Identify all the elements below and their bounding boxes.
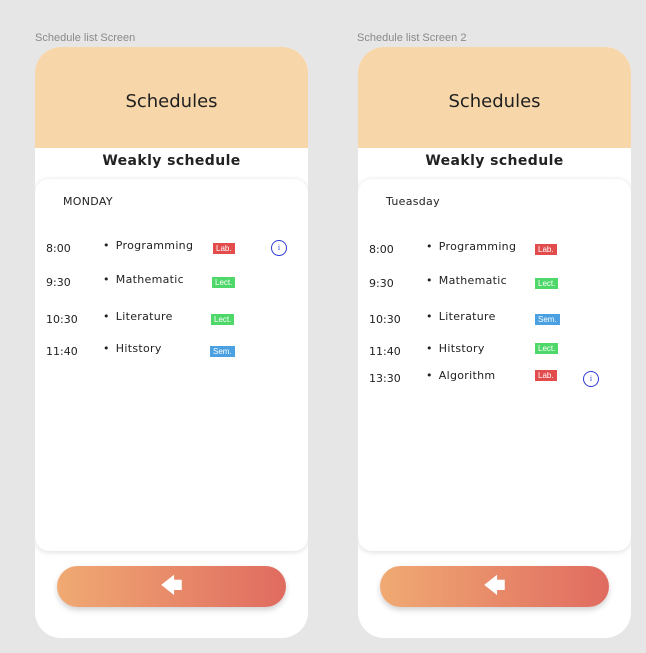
page-subtitle: Weakly schedule bbox=[425, 153, 564, 169]
type-badge: Lect. bbox=[535, 343, 559, 354]
subject-label: • Programming bbox=[426, 240, 517, 253]
type-badge: Sem. bbox=[535, 314, 560, 325]
day-label: Tueasday bbox=[386, 195, 440, 208]
type-badge: Sem. bbox=[210, 346, 235, 357]
back-button[interactable]: 🡄 bbox=[57, 566, 286, 607]
time-label: 11:40 bbox=[46, 345, 78, 358]
back-button[interactable]: 🡄 bbox=[380, 566, 609, 607]
arrow-left-icon: 🡄 bbox=[160, 573, 183, 599]
app-header: Schedules bbox=[35, 47, 308, 148]
time-label: 10:30 bbox=[369, 313, 401, 326]
time-label: 13:30 bbox=[369, 372, 401, 385]
schedule-row[interactable]: 13:30 • Algorithm Lab. i bbox=[358, 369, 631, 389]
schedule-card: MONDAY 8:00 • Programming Lab. i 9:30 • Ma… bbox=[35, 179, 308, 551]
header-title: Schedules bbox=[125, 91, 218, 112]
schedule-row[interactable]: 11:40 • Hitstory Sem. bbox=[35, 342, 308, 362]
schedule-row[interactable]: 10:30 • Literature Lect. bbox=[35, 310, 308, 330]
schedule-row[interactable]: 8:00 • Programming Lab. i bbox=[35, 239, 308, 259]
type-badge: Lab. bbox=[535, 370, 557, 381]
page-subtitle: Weakly schedule bbox=[102, 153, 241, 169]
schedule-row[interactable]: 9:30 • Mathematic Lect. bbox=[35, 273, 308, 293]
schedule-card: Tueasday 8:00 • Programming Lab. 9:30 • Ma… bbox=[358, 179, 631, 551]
subject-label: • Mathematic bbox=[426, 274, 507, 287]
type-badge: Lab. bbox=[535, 244, 557, 255]
screen-label: Schedule list Screen bbox=[35, 32, 136, 44]
app-header: Schedules bbox=[358, 47, 631, 148]
time-label: 9:30 bbox=[46, 276, 71, 289]
info-icon[interactable]: i bbox=[271, 240, 287, 256]
day-label: MONDAY bbox=[63, 195, 113, 208]
time-label: 9:30 bbox=[369, 277, 394, 290]
arrow-left-icon: 🡄 bbox=[483, 573, 506, 599]
schedule-row[interactable]: 10:30 • Literature Sem. bbox=[358, 310, 631, 330]
phone-screen-2: Schedules Weakly schedule Tueasday 8:00 … bbox=[358, 47, 631, 638]
subject-label: • Mathematic bbox=[103, 273, 184, 286]
type-badge: Lab. bbox=[213, 243, 235, 254]
subject-label: • Literature bbox=[426, 310, 496, 323]
header-title: Schedules bbox=[448, 91, 541, 112]
subject-label: • Hitstory bbox=[103, 342, 162, 355]
type-badge: Lect. bbox=[211, 314, 235, 325]
info-icon[interactable]: i bbox=[583, 371, 599, 387]
schedule-row[interactable]: 8:00 • Programming Lab. bbox=[358, 240, 631, 260]
schedule-row[interactable]: 9:30 • Mathematic Lect. bbox=[358, 274, 631, 294]
schedule-row[interactable]: 11:40 • Hitstory Lect. bbox=[358, 342, 631, 362]
time-label: 10:30 bbox=[46, 313, 78, 326]
screen-label: Schedule list Screen 2 bbox=[357, 32, 467, 44]
subject-label: • Programming bbox=[103, 239, 194, 252]
time-label: 8:00 bbox=[369, 243, 394, 256]
phone-screen-1: Schedules Weakly schedule MONDAY 8:00 • P… bbox=[35, 47, 308, 638]
subject-label: • Literature bbox=[103, 310, 173, 323]
subject-label: • Hitstory bbox=[426, 342, 485, 355]
type-badge: Lect. bbox=[535, 278, 559, 289]
time-label: 8:00 bbox=[46, 242, 71, 255]
time-label: 11:40 bbox=[369, 345, 401, 358]
type-badge: Lect. bbox=[212, 277, 236, 288]
subject-label: • Algorithm bbox=[426, 369, 496, 382]
